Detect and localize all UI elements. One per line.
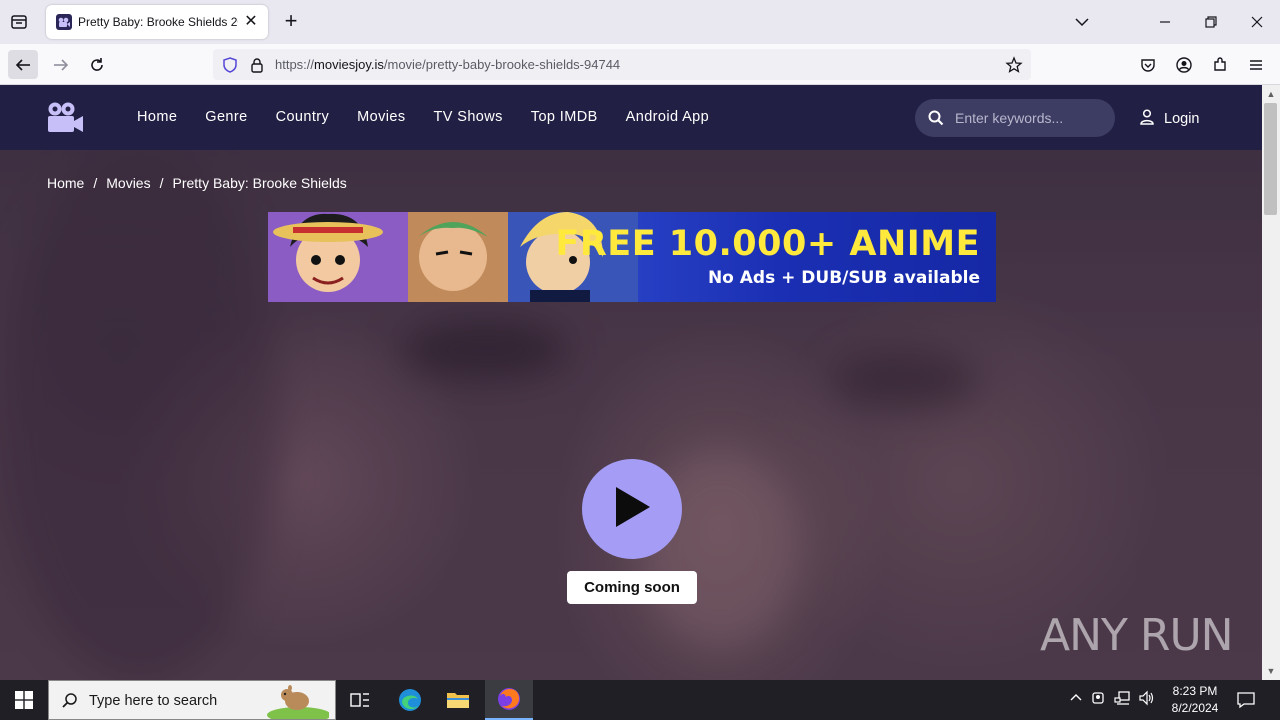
network-icon[interactable] [1114, 690, 1132, 711]
pocket-icon[interactable] [1137, 54, 1159, 76]
user-icon [1140, 109, 1154, 129]
url-text: https://moviesjoy.is/movie/pretty-baby-b… [275, 57, 621, 72]
taskbar-search[interactable]: Type here to search [48, 680, 336, 720]
play-icon [612, 485, 652, 534]
edge-browser-icon[interactable] [386, 680, 434, 720]
reload-button[interactable] [82, 50, 112, 79]
browser-tab-active[interactable]: Pretty Baby: Brooke Shields 2023 ✕ [46, 5, 268, 39]
restore-icon[interactable] [1196, 8, 1226, 36]
url-bar[interactable]: https://moviesjoy.is/movie/pretty-baby-b… [213, 49, 1031, 80]
bookmark-star-icon[interactable] [1005, 56, 1023, 74]
browser-toolbar: https://moviesjoy.is/movie/pretty-baby-b… [0, 44, 1280, 85]
minimize-icon[interactable] [1150, 8, 1180, 36]
ad-title: FREE 10.000+ ANIME [555, 224, 980, 264]
file-explorer-icon[interactable] [434, 680, 482, 720]
nav-tv-shows[interactable]: TV Shows [434, 109, 503, 125]
coming-soon-badge: Coming soon [567, 571, 697, 604]
taskbar-search-placeholder: Type here to search [89, 693, 218, 709]
site-logo-icon[interactable] [46, 101, 84, 133]
taskbar-clock[interactable]: 8:23 PM 8/2/2024 [1162, 683, 1228, 717]
lock-icon[interactable] [248, 56, 266, 74]
page-viewport: Home Genre Country Movies TV Shows Top I… [0, 85, 1262, 680]
account-icon[interactable] [1173, 54, 1195, 76]
breadcrumb-home[interactable]: Home [47, 175, 84, 191]
browser-tab-bar: Pretty Baby: Brooke Shields 2023 ✕ + [0, 0, 1280, 44]
ad-banner[interactable]: FREE 10.000+ ANIME No Ads + DUB/SUB avai… [268, 212, 996, 302]
tab-list-icon[interactable] [8, 11, 30, 33]
extensions-icon[interactable] [1209, 54, 1231, 76]
search-input[interactable] [955, 108, 1105, 128]
meet-now-icon[interactable] [1090, 690, 1108, 711]
breadcrumb-movies[interactable]: Movies [106, 175, 150, 191]
breadcrumb: Home / Movies / Pretty Baby: Brooke Shie… [47, 175, 347, 191]
anyrun-watermark: ANY RUN [1040, 610, 1234, 661]
new-tab-icon[interactable]: + [280, 10, 302, 32]
system-tray [1068, 680, 1156, 720]
nav-genre[interactable]: Genre [205, 109, 247, 125]
notification-center-icon[interactable] [1236, 690, 1256, 710]
breadcrumb-current: Pretty Baby: Brooke Shields [172, 175, 347, 191]
forward-button[interactable] [46, 50, 76, 79]
task-view-icon[interactable] [336, 680, 384, 720]
windows-start-icon[interactable] [0, 680, 48, 720]
login-link[interactable]: Login [1140, 109, 1199, 129]
nav-android-app[interactable]: Android App [626, 109, 709, 125]
nav-country[interactable]: Country [276, 109, 330, 125]
site-favicon-icon [56, 14, 72, 30]
firefox-icon[interactable] [485, 680, 533, 720]
page-scrollbar[interactable]: ▲ ▼ [1262, 85, 1280, 680]
nav-top-imdb[interactable]: Top IMDB [531, 109, 598, 125]
site-search [915, 99, 1115, 137]
tab-title: Pretty Baby: Brooke Shields 2023 [78, 15, 238, 29]
clock-time: 8:23 PM [1172, 684, 1218, 698]
tracking-shield-icon[interactable] [221, 56, 239, 74]
ad-subtitle: No Ads + DUB/SUB available [707, 268, 980, 288]
search-icon [61, 692, 79, 710]
tray-overflow-icon[interactable] [1068, 690, 1084, 711]
site-header: Home Genre Country Movies TV Shows Top I… [0, 85, 1262, 150]
taskbar: Type here to search 8:23 PM 8/2/2024 [0, 680, 1280, 720]
menu-icon[interactable] [1245, 54, 1267, 76]
clock-date: 8/2/2024 [1171, 701, 1219, 715]
nav-movies[interactable]: Movies [357, 109, 405, 125]
volume-icon[interactable] [1138, 690, 1156, 711]
breadcrumb-separator: / [93, 175, 98, 191]
search-highlight-art-icon [267, 685, 329, 719]
back-button[interactable] [8, 50, 38, 79]
watermark-text: ANY RUN [1040, 610, 1234, 661]
search-icon[interactable] [927, 109, 945, 127]
tabs-dropdown-icon[interactable] [1072, 12, 1092, 32]
login-label: Login [1164, 111, 1200, 127]
tab-close-icon[interactable]: ✕ [242, 13, 260, 31]
scroll-down-icon[interactable]: ▼ [1266, 666, 1276, 676]
main-nav: Home Genre Country Movies TV Shows Top I… [137, 109, 737, 125]
scrollbar-thumb[interactable] [1264, 103, 1277, 215]
nav-home[interactable]: Home [137, 109, 177, 125]
close-window-icon[interactable] [1242, 8, 1272, 36]
play-button[interactable] [582, 459, 682, 559]
scroll-up-icon[interactable]: ▲ [1266, 89, 1276, 99]
breadcrumb-separator: / [159, 175, 164, 191]
